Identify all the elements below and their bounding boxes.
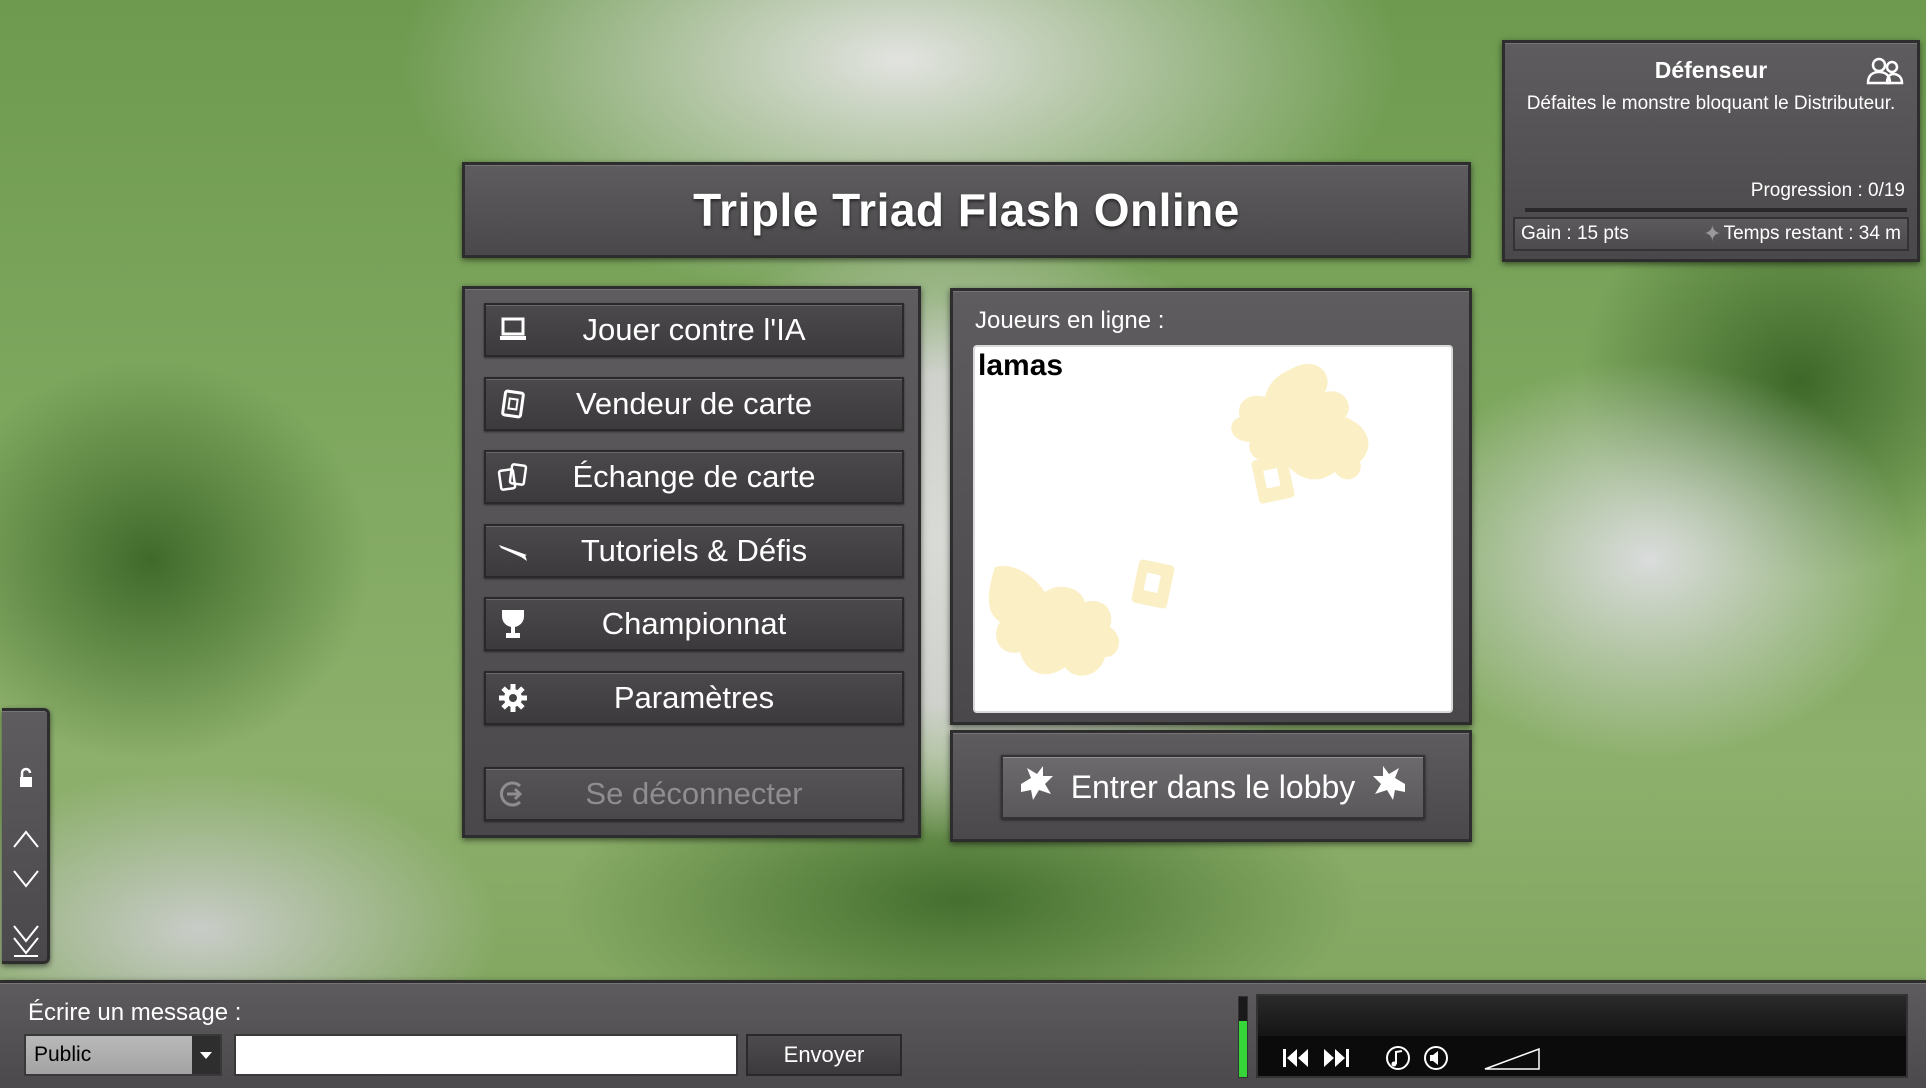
message-input[interactable] — [234, 1034, 738, 1076]
enter-lobby-label: Entrer dans le lobby — [1070, 768, 1356, 805]
logout-button[interactable]: Se déconnecter — [484, 767, 904, 821]
settings-label: Paramètres — [613, 680, 775, 715]
channel-select[interactable]: Public — [24, 1034, 222, 1076]
card-exchange-button[interactable]: Échange de carte — [484, 450, 904, 504]
play-ai-button[interactable]: Jouer contre l'IA — [484, 303, 904, 357]
scroll-up-icon[interactable] — [12, 825, 40, 853]
tutorials-label: Tutoriels & Défis — [580, 533, 808, 568]
quest-description: Défaites le monstre bloquant le Distribu… — [1526, 93, 1896, 114]
scroll-down-icon[interactable] — [12, 865, 40, 893]
scroll-bottom-icon[interactable] — [12, 923, 40, 959]
music-display — [1256, 994, 1908, 1078]
users-icon[interactable] — [1865, 55, 1905, 87]
settings-button[interactable]: Paramètres — [484, 671, 904, 725]
lobby-panel: Entrer dans le lobby — [950, 730, 1472, 842]
music-level-meter — [1238, 996, 1248, 1078]
championship-button[interactable]: Championnat — [484, 597, 904, 651]
quest-time-left: Temps restant : 34 m — [1723, 223, 1901, 244]
track-display — [1258, 996, 1906, 1036]
chat-sidebar — [2, 708, 50, 964]
card-exchange-label: Échange de carte — [572, 459, 816, 494]
card-seller-button[interactable]: Vendeur de carte — [484, 377, 904, 431]
previous-track-icon[interactable] — [1280, 1044, 1312, 1072]
moogle-watermark-icon — [988, 363, 1369, 676]
quest-gain: Gain : 15 pts — [1521, 223, 1629, 244]
play-ai-label: Jouer contre l'IA — [582, 312, 806, 347]
music-level-fill — [1239, 1021, 1247, 1077]
sound-toggle-icon[interactable] — [1420, 1044, 1452, 1072]
chat-label: Écrire un message : — [28, 999, 242, 1026]
title-bar: Triple Triad Flash Online — [462, 162, 1471, 258]
volume-slider[interactable] — [1484, 1048, 1540, 1070]
tutorials-button[interactable]: Tutoriels & Défis — [484, 524, 904, 578]
main-menu: Jouer contre l'IA Vendeur de carte Échan… — [462, 286, 921, 838]
quest-footer: Gain : 15 pts ✦ Temps restant : 34 m — [1513, 217, 1909, 251]
moogle-left-icon — [1017, 764, 1057, 810]
quest-panel: Défenseur Défaites le monstre bloquant l… — [1502, 40, 1920, 262]
card-seller-label: Vendeur de carte — [575, 386, 813, 421]
sparkle-icon: ✦ — [1703, 221, 1722, 246]
online-players-panel: Joueurs en ligne : lamas — [950, 288, 1472, 725]
lock-icon[interactable] — [12, 764, 40, 792]
logout-label: Se déconnecter — [585, 776, 803, 811]
online-players-heading: Joueurs en ligne : — [975, 307, 1165, 334]
championship-label: Championnat — [601, 606, 787, 641]
chevron-down-icon[interactable] — [192, 1036, 220, 1074]
players-list[interactable]: lamas — [973, 345, 1453, 713]
music-player — [1238, 994, 1908, 1078]
game-title: Triple Triad Flash Online — [693, 184, 1240, 236]
player-name[interactable]: lamas — [978, 349, 1063, 383]
moogle-right-icon — [1369, 764, 1409, 810]
next-track-icon[interactable] — [1320, 1044, 1352, 1072]
enter-lobby-button[interactable]: Entrer dans le lobby — [1001, 755, 1425, 819]
music-toggle-icon[interactable] — [1382, 1044, 1414, 1072]
channel-value: Public — [34, 1043, 92, 1066]
send-button[interactable]: Envoyer — [746, 1034, 902, 1076]
quest-progress-text: Progression : 0/19 — [1750, 180, 1905, 201]
quest-progress-bar — [1525, 208, 1907, 212]
quest-title: Défenseur — [1654, 57, 1768, 83]
